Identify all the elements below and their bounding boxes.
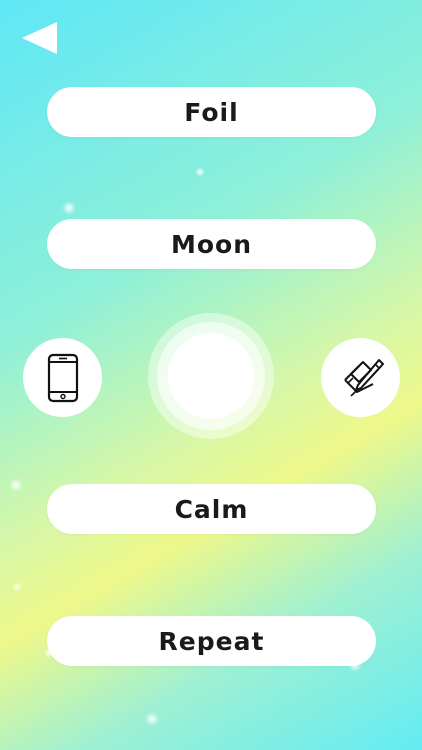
back-triangle-icon[interactable] — [20, 20, 60, 56]
foil-button[interactable]: Foil — [47, 87, 376, 137]
smartphone-icon — [47, 353, 78, 402]
repeat-button[interactable]: Repeat — [47, 616, 376, 666]
notes-button[interactable] — [321, 338, 400, 417]
phone-button[interactable] — [23, 338, 102, 417]
moon-button[interactable]: Moon — [47, 219, 376, 269]
sparkle — [195, 167, 205, 177]
sparkle — [145, 712, 159, 726]
breathing-circle-button[interactable] — [148, 313, 274, 439]
sparkle — [9, 478, 23, 492]
pen-notepad-icon — [343, 358, 384, 397]
breathing-circle-ring — [157, 322, 265, 430]
breathing-circle-core — [168, 333, 254, 419]
calm-button[interactable]: Calm — [47, 484, 376, 534]
sparkle — [62, 201, 76, 215]
sparkle — [12, 582, 22, 592]
